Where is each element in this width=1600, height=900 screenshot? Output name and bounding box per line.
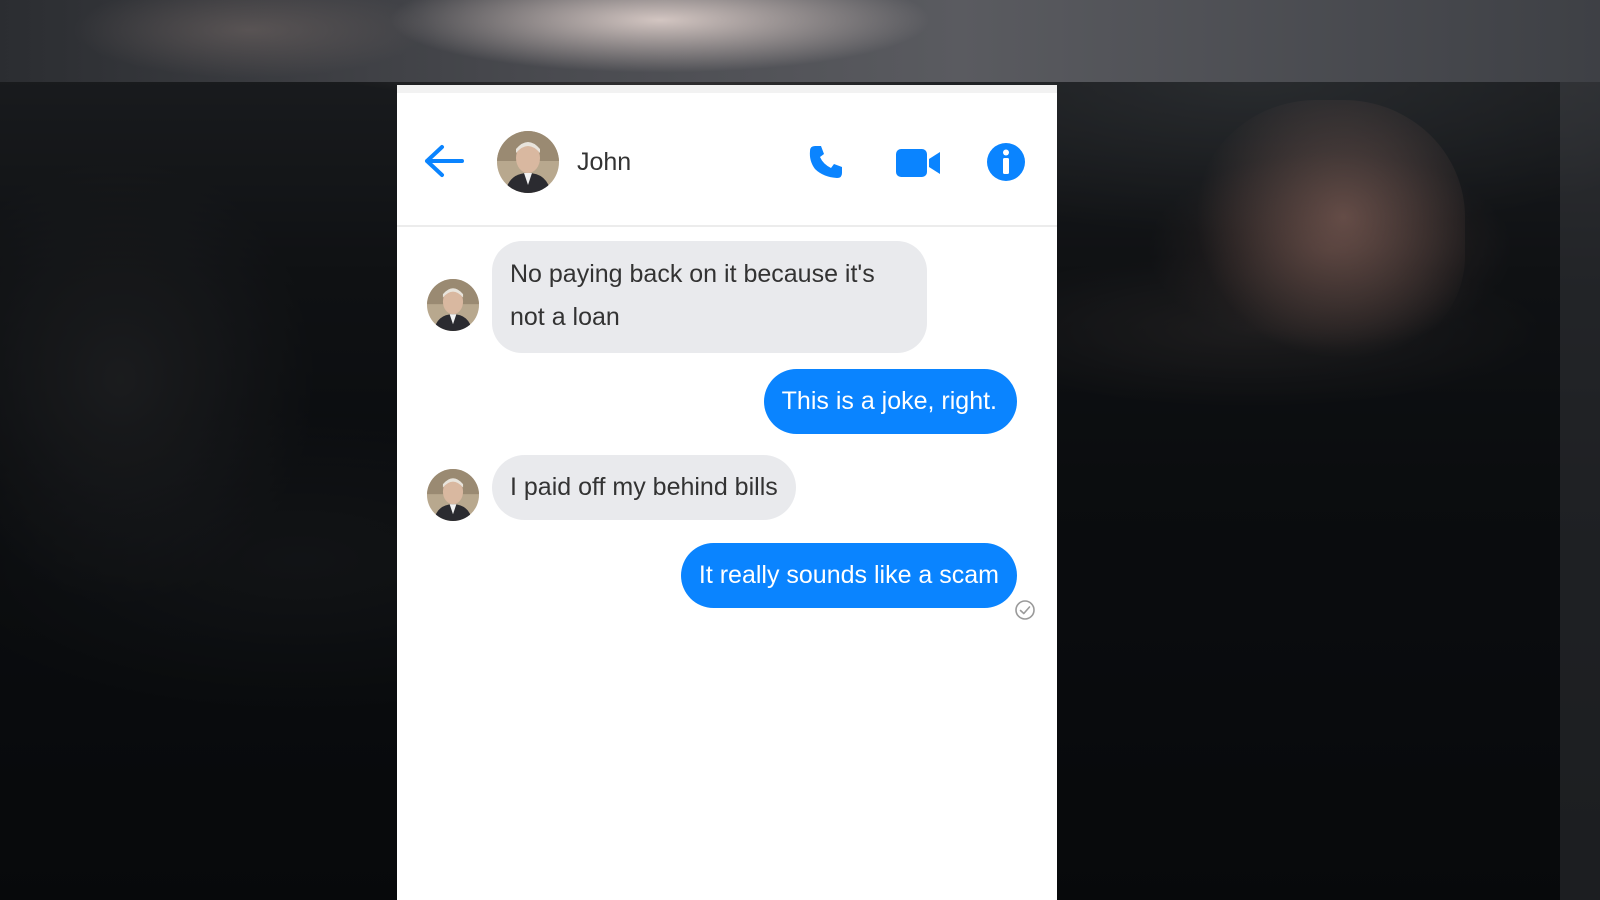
incoming-message-bubble[interactable]: No paying back on it because it's not a … <box>492 241 927 353</box>
outgoing-message-bubble[interactable]: It really sounds like a scam <box>680 543 1017 608</box>
sender-avatar[interactable] <box>427 279 479 331</box>
sender-photo <box>427 469 479 521</box>
call-button[interactable] <box>805 141 847 183</box>
check-circle-icon <box>1014 599 1036 621</box>
back-button[interactable] <box>421 139 465 183</box>
info-icon <box>987 143 1025 181</box>
contact-photo <box>497 131 559 193</box>
video-call-button[interactable] <box>893 143 943 183</box>
message-row: No paying back on it because it's not a … <box>397 219 1057 353</box>
background-top-strip <box>0 0 1600 82</box>
overlay-right-edge <box>1560 82 1600 900</box>
info-button[interactable] <box>985 141 1027 183</box>
outgoing-message-bubble[interactable]: This is a joke, right. <box>763 369 1017 434</box>
status-strip <box>397 85 1057 93</box>
message-row: It really sounds like a scam <box>397 543 1057 623</box>
message-row: I paid off my behind bills <box>397 455 1057 525</box>
message-row: This is a joke, right. <box>397 369 1057 439</box>
back-arrow-icon <box>425 145 464 177</box>
contact-name[interactable]: John <box>577 147 631 177</box>
message-thread[interactable]: No paying back on it because it's not a … <box>397 219 1057 900</box>
messenger-screenshot: John No paying back on it because it's n… <box>397 85 1057 900</box>
video-camera-icon <box>896 149 940 177</box>
sender-avatar[interactable] <box>427 469 479 521</box>
phone-icon <box>809 146 842 178</box>
blurred-fingernail <box>1195 100 1465 360</box>
contact-avatar[interactable] <box>497 131 559 193</box>
video-frame: John No paying back on it because it's n… <box>0 0 1600 900</box>
sender-photo <box>427 279 479 331</box>
incoming-message-bubble[interactable]: I paid off my behind bills <box>492 455 796 520</box>
header-row: John <box>397 93 1057 227</box>
